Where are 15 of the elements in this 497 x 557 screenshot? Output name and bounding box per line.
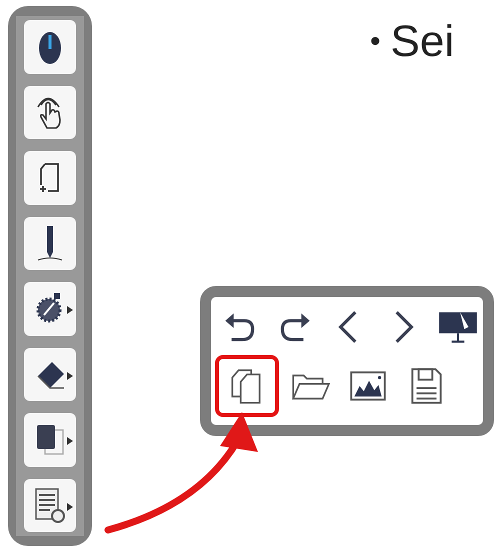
- tool-button[interactable]: [24, 86, 76, 139]
- tool-button[interactable]: [24, 151, 76, 204]
- slide-text: Sei: [390, 16, 454, 68]
- submenu-triangle-icon: [67, 502, 73, 510]
- tool-button[interactable]: [24, 413, 76, 466]
- bullet-mark: •: [370, 24, 381, 60]
- tool-button[interactable]: [24, 478, 76, 532]
- tool-button[interactable]: [24, 20, 76, 74]
- submenu-triangle-icon: [67, 437, 73, 445]
- submenu-triangle-icon: [67, 306, 73, 314]
- tool-button[interactable]: [24, 216, 76, 270]
- tool-button[interactable]: [24, 282, 76, 336]
- tool-button[interactable]: [24, 348, 76, 401]
- toolbar-button[interactable]: [215, 355, 279, 417]
- submenu-triangle-icon: [67, 372, 73, 380]
